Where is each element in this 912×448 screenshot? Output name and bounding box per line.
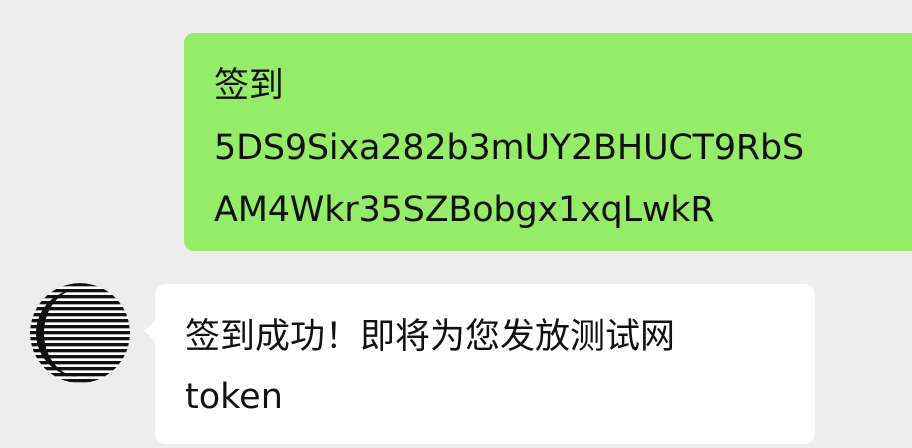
avatar[interactable] — [30, 283, 130, 383]
received-message-line-2: token — [185, 377, 283, 417]
received-message-bubble[interactable]: 签到成功！即将为您发放测试网 token — [144, 284, 815, 444]
sent-message-line-3: AM4Wkr35SZBobgx1xqLwkR — [214, 190, 715, 230]
received-message-line-1: 签到成功！即将为您发放测试网 — [185, 317, 676, 357]
striped-circle-logo-icon — [30, 283, 130, 383]
sent-message-line-2: 5DS9Sixa282b3mUY2BHUCT9RbS — [214, 128, 805, 168]
sent-message-line-1: 签到 — [214, 66, 284, 106]
sent-message-bubble[interactable]: 签到 5DS9Sixa282b3mUY2BHUCT9RbS AM4Wkr35SZ… — [184, 33, 912, 251]
